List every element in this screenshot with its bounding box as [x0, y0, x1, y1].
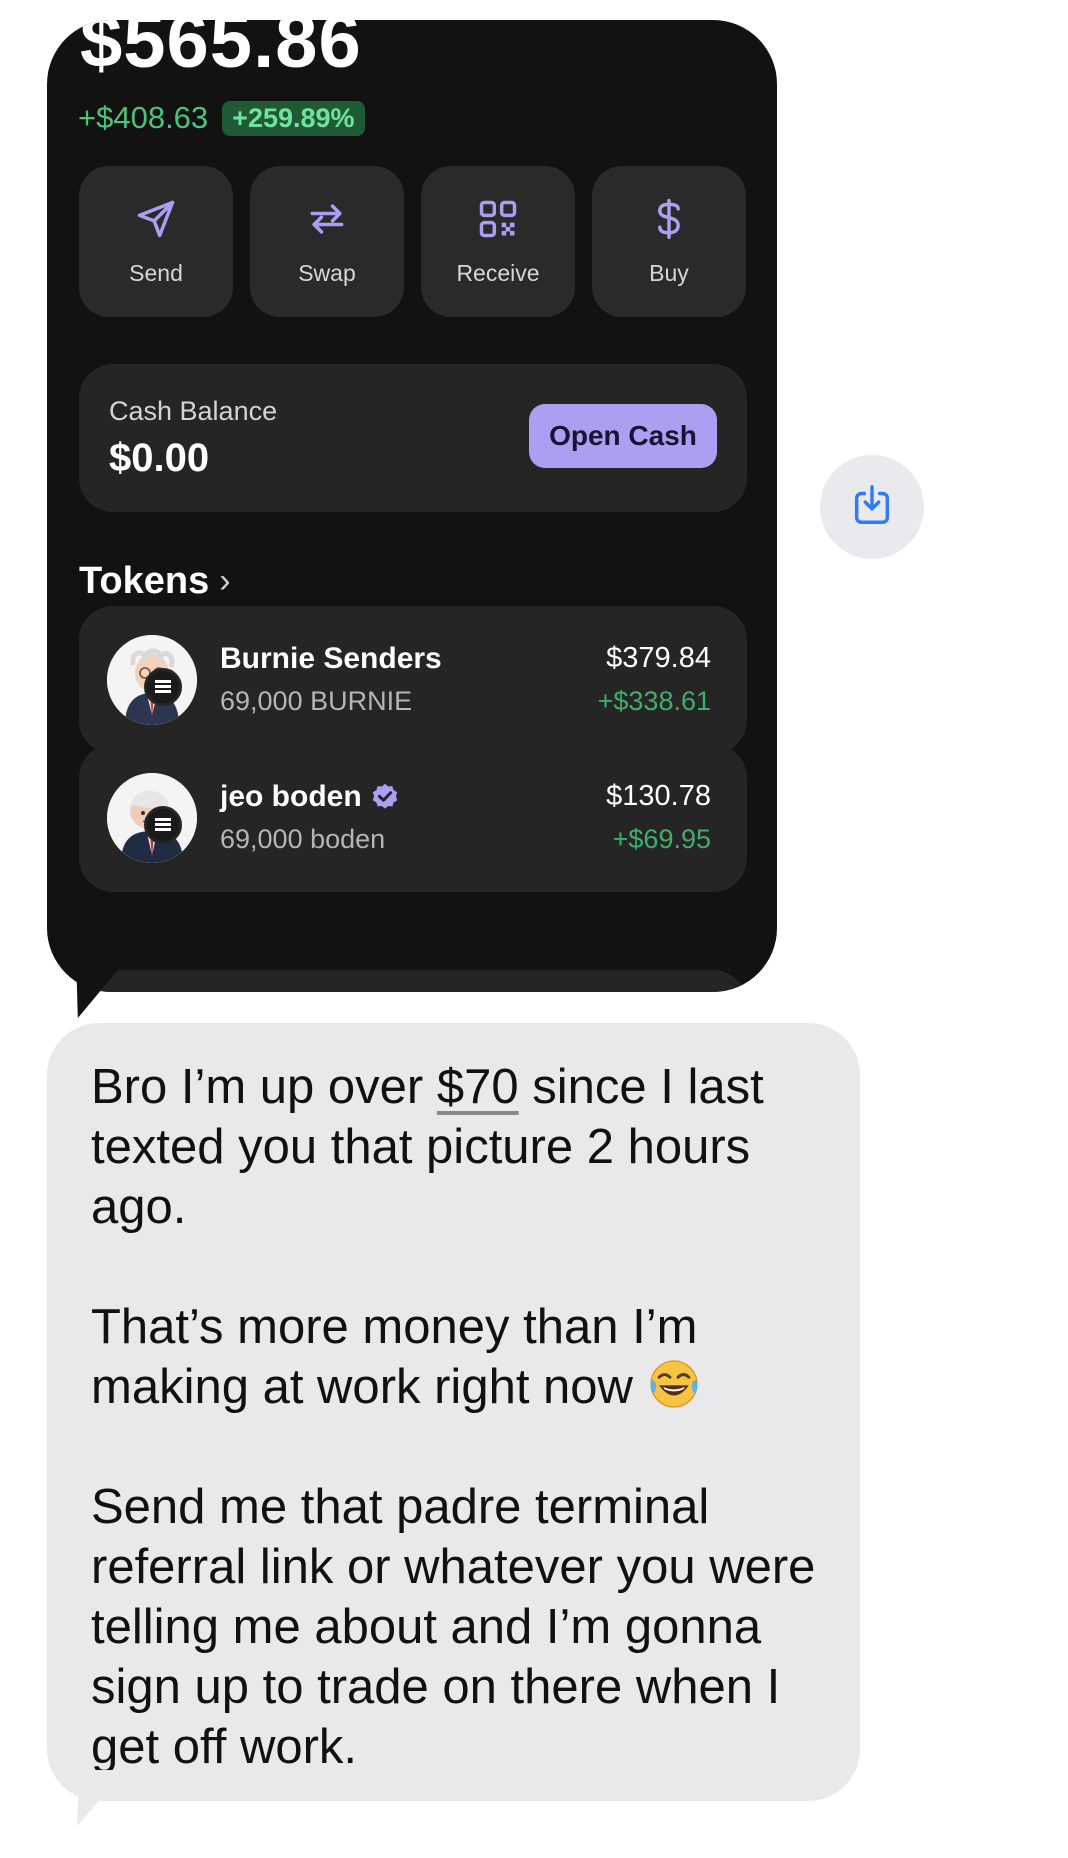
open-cash-button[interactable]: Open Cash: [529, 404, 717, 468]
incoming-message-bubble[interactable]: Bro I’m up over $70 since I last texted …: [47, 1023, 860, 1801]
wallet-action-bar: Send Swap Receive Buy: [79, 166, 746, 317]
message-paragraph-2: That’s more money than I’m making at wor…: [91, 1297, 831, 1417]
swap-label: Swap: [298, 259, 356, 286]
token-amount: 69,000 boden: [220, 824, 386, 854]
portfolio-change-percent-badge: +259.89%: [222, 100, 365, 136]
buy-label: Buy: [649, 259, 689, 286]
token-value: $379.84: [606, 642, 711, 674]
token-name: Burnie Senders: [220, 642, 442, 676]
token-row-burnie[interactable]: Burnie Senders 69,000 BURNIE $379.84 +$3…: [79, 606, 747, 754]
chevron-right-icon: ›: [219, 562, 231, 600]
token-row-partial: [79, 970, 747, 992]
save-image-button[interactable]: [820, 455, 924, 559]
token-change: +$338.61: [597, 686, 711, 716]
token-name-text: jeo boden: [220, 780, 362, 813]
send-icon: [134, 197, 178, 246]
receive-button[interactable]: Receive: [421, 166, 575, 317]
portfolio-total-value: $565.86: [80, 20, 362, 84]
send-button[interactable]: Send: [79, 166, 233, 317]
cash-balance-title: Cash Balance: [109, 396, 278, 426]
tokens-section-header[interactable]: Tokens ›: [79, 560, 231, 603]
message-paragraph-3: Send me that padre terminal referral lin…: [91, 1480, 816, 1774]
tokens-header-label: Tokens: [79, 560, 210, 602]
message-line-prefix: Bro I’m up over: [91, 1060, 437, 1114]
send-label: Send: [129, 259, 183, 286]
solana-chain-badge-icon: [144, 806, 182, 844]
receive-label: Receive: [456, 259, 540, 286]
buy-button[interactable]: Buy: [592, 166, 746, 317]
swap-button[interactable]: Swap: [250, 166, 404, 317]
token-name-text: Burnie Senders: [220, 642, 442, 675]
token-value: $130.78: [606, 780, 711, 812]
dollar-icon: [647, 197, 691, 246]
solana-chain-badge-icon: [144, 668, 182, 706]
wallet-screenshot-bubble[interactable]: $565.86 +$408.63 +259.89% Send Swap Rece…: [47, 20, 777, 992]
face-with-tears-of-joy-icon: [647, 1357, 701, 1411]
swap-icon: [305, 197, 349, 246]
detected-amount-link[interactable]: $70: [437, 1060, 519, 1114]
token-row-boden[interactable]: jeo boden 69,000 boden $130.78 +$69.95: [79, 744, 747, 892]
cash-balance-card: Cash Balance $0.00 Open Cash: [79, 364, 747, 512]
portfolio-change-row: +$408.63 +259.89%: [78, 100, 365, 136]
message-paragraph-1: Bro I’m up over $70 since I last texted …: [91, 1057, 831, 1237]
message-body: Bro I’m up over $70 since I last texted …: [91, 1057, 831, 1777]
save-to-photos-icon: [849, 482, 895, 533]
message-paragraph-2-text: That’s more money than I’m making at wor…: [91, 1300, 698, 1414]
portfolio-change-amount: +$408.63: [78, 100, 209, 135]
token-change: +$69.95: [612, 824, 711, 854]
image-bubble-tail: [63, 960, 127, 1018]
token-amount: 69,000 BURNIE: [220, 686, 413, 716]
token-name: jeo boden: [220, 780, 400, 814]
qr-code-icon: [476, 197, 520, 246]
verified-badge-icon: [370, 782, 400, 812]
cash-balance-value: $0.00: [109, 436, 210, 480]
